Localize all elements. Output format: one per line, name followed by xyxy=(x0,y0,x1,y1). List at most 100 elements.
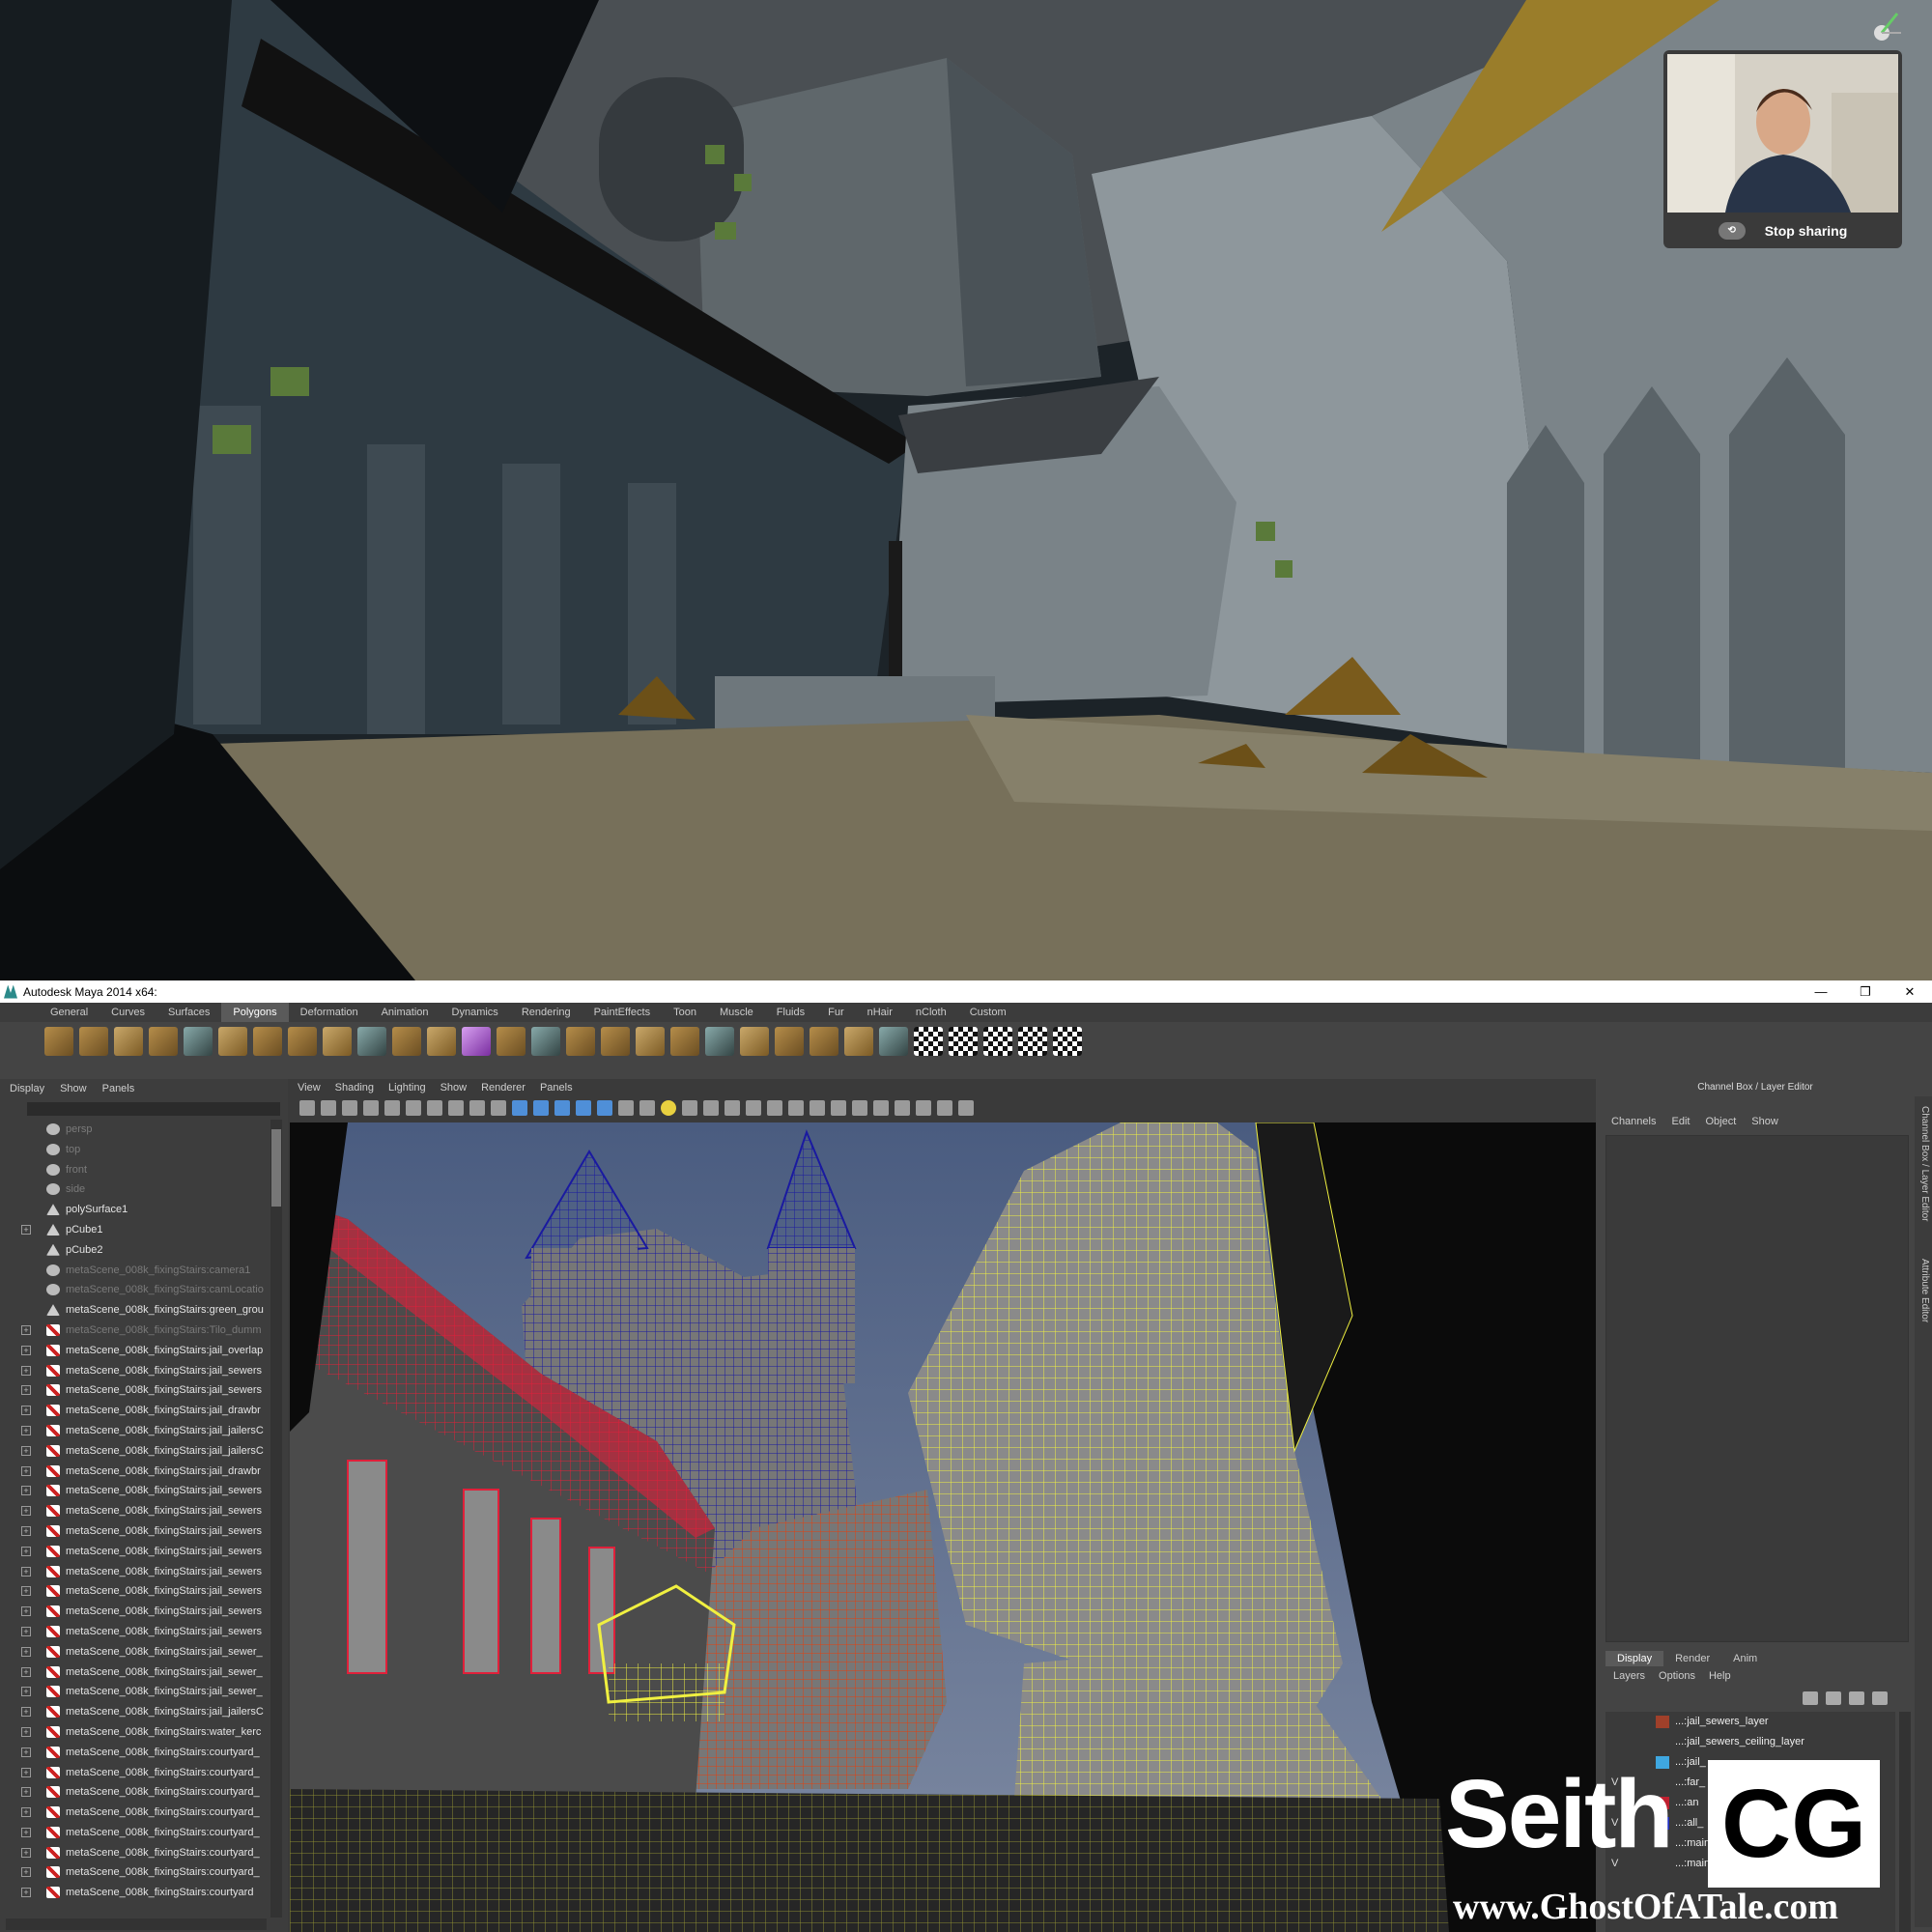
viewport-tool-icon[interactable] xyxy=(363,1100,379,1116)
outliner-filter-field[interactable] xyxy=(27,1102,280,1116)
viewport-tool-icon[interactable] xyxy=(895,1100,910,1116)
viewport-tool-icon[interactable] xyxy=(703,1100,719,1116)
viewport-tool-icon[interactable] xyxy=(533,1100,549,1116)
outliner-item[interactable]: + metaScene_008k_fixingStairs:jail_sewers xyxy=(0,1361,269,1381)
shelf-tab-animation[interactable]: Animation xyxy=(370,1003,440,1022)
outliner-item[interactable]: front xyxy=(0,1160,269,1180)
expand-icon[interactable]: + xyxy=(21,1847,31,1858)
layer-menu-help[interactable]: Help xyxy=(1709,1670,1731,1682)
outliner-item[interactable]: metaScene_008k_fixingStairs:camera1 xyxy=(0,1261,269,1281)
wireframe-viewport[interactable] xyxy=(290,1122,1596,1932)
expand-icon[interactable]: + xyxy=(21,1525,31,1536)
layer-add-icon[interactable] xyxy=(1872,1691,1888,1705)
shelf-tab-dynamics[interactable]: Dynamics xyxy=(440,1003,510,1022)
shelf-tool-icon[interactable] xyxy=(983,1027,1012,1056)
expand-icon[interactable]: + xyxy=(21,1666,31,1677)
viewport-menu-panels[interactable]: Panels xyxy=(540,1082,573,1094)
outliner-item[interactable]: top xyxy=(0,1140,269,1160)
outliner-item[interactable]: + metaScene_008k_fixingStairs:jail_drawbr xyxy=(0,1462,269,1482)
shelf-tool-icon[interactable] xyxy=(531,1027,560,1056)
shelf-tool-icon[interactable] xyxy=(149,1027,178,1056)
outliner-item[interactable]: + metaScene_008k_fixingStairs:jail_sewers xyxy=(0,1542,269,1562)
shelf-tool-icon[interactable] xyxy=(844,1027,873,1056)
expand-icon[interactable]: + xyxy=(21,1566,31,1577)
expand-icon[interactable]: + xyxy=(21,1365,31,1376)
expand-icon[interactable]: + xyxy=(21,1888,31,1898)
channel-box-menu-edit[interactable]: Edit xyxy=(1671,1116,1690,1127)
shelf-tab-fur[interactable]: Fur xyxy=(816,1003,856,1022)
viewport-tool-icon[interactable] xyxy=(469,1100,485,1116)
outliner-item[interactable]: + metaScene_008k_fixingStairs:jail_sewers xyxy=(0,1602,269,1622)
shelf-tool-icon[interactable] xyxy=(288,1027,317,1056)
expand-icon[interactable]: + xyxy=(21,1626,31,1636)
outliner-item[interactable]: + metaScene_008k_fixingStairs:courtyard_ xyxy=(0,1823,269,1843)
outliner-item[interactable]: + metaScene_008k_fixingStairs:courtyard_ xyxy=(0,1782,269,1803)
outliner-item[interactable]: + metaScene_008k_fixingStairs:jail_sewers xyxy=(0,1380,269,1401)
viewport-tool-icon[interactable] xyxy=(491,1100,506,1116)
viewport-menu-shading[interactable]: Shading xyxy=(335,1082,374,1094)
shelf-tab-surfaces[interactable]: Surfaces xyxy=(156,1003,221,1022)
view-cube-icon[interactable] xyxy=(1862,8,1907,52)
viewport-tool-icon[interactable] xyxy=(384,1100,400,1116)
shelf-tool-icon[interactable] xyxy=(392,1027,421,1056)
shelf-tool-icon[interactable] xyxy=(497,1027,526,1056)
new-layer-selected-icon[interactable] xyxy=(1826,1691,1841,1705)
expand-icon[interactable]: + xyxy=(21,1747,31,1757)
shelf-tool-icon[interactable] xyxy=(705,1027,734,1056)
layer-row[interactable]: ...:jail_sewers_ceiling_layer xyxy=(1605,1732,1895,1752)
viewport-tool-icon[interactable] xyxy=(852,1100,867,1116)
shelf-tab-polygons[interactable]: Polygons xyxy=(221,1003,289,1022)
viewport-tool-icon[interactable] xyxy=(724,1100,740,1116)
outliner-horizontal-scrollbar[interactable] xyxy=(6,1918,267,1930)
outliner-item[interactable]: persp xyxy=(0,1120,269,1140)
viewport-tool-icon[interactable] xyxy=(767,1100,782,1116)
outliner-item[interactable]: side xyxy=(0,1179,269,1200)
tab-channel-box[interactable]: Channel Box / Layer Editor xyxy=(1917,1106,1930,1222)
viewport-tool-icon[interactable] xyxy=(810,1100,825,1116)
shelf-tool-icon[interactable] xyxy=(740,1027,769,1056)
shelf-tab-muscle[interactable]: Muscle xyxy=(708,1003,765,1022)
viewport-menu-show[interactable]: Show xyxy=(440,1082,468,1094)
viewport-tool-icon[interactable] xyxy=(788,1100,804,1116)
shelf-tool-icon[interactable] xyxy=(357,1027,386,1056)
outliner-item[interactable]: + metaScene_008k_fixingStairs:jail_sewers xyxy=(0,1581,269,1602)
shelf-tool-icon[interactable] xyxy=(810,1027,838,1056)
shelf-tool-icon[interactable] xyxy=(218,1027,247,1056)
outliner-menu-show[interactable]: Show xyxy=(60,1083,87,1094)
viewport-tool-icon[interactable] xyxy=(958,1100,974,1116)
outliner-menu-display[interactable]: Display xyxy=(10,1083,44,1094)
outliner-item[interactable]: + metaScene_008k_fixingStairs:jail_sewers xyxy=(0,1622,269,1642)
viewport-tool-icon[interactable] xyxy=(406,1100,421,1116)
viewport-menu-renderer[interactable]: Renderer xyxy=(481,1082,526,1094)
outliner-item[interactable]: + metaScene_008k_fixingStairs:jail_sewers xyxy=(0,1481,269,1501)
outliner-item[interactable]: + metaScene_008k_fixingStairs:jail_overla… xyxy=(0,1341,269,1361)
expand-icon[interactable]: + xyxy=(21,1546,31,1556)
viewport-tool-icon[interactable] xyxy=(448,1100,464,1116)
shelf-tool-icon[interactable] xyxy=(636,1027,665,1056)
shelf-tab-fluids[interactable]: Fluids xyxy=(765,1003,816,1022)
expand-icon[interactable]: + xyxy=(21,1646,31,1657)
expand-icon[interactable]: + xyxy=(21,1224,31,1235)
viewport-tool-icon[interactable] xyxy=(512,1100,527,1116)
shelf-tool-icon[interactable] xyxy=(879,1027,908,1056)
shelf-tool-icon[interactable] xyxy=(462,1027,491,1056)
layer-menu-layers[interactable]: Layers xyxy=(1613,1670,1645,1682)
outliner-item[interactable]: + metaScene_008k_fixingStairs:jail_sewer_ xyxy=(0,1642,269,1662)
outliner-item[interactable]: + metaScene_008k_fixingStairs:water_kerc xyxy=(0,1722,269,1743)
shelf-tab-toon[interactable]: Toon xyxy=(662,1003,708,1022)
layer-color-swatch[interactable] xyxy=(1656,1716,1669,1728)
viewport-tool-icon[interactable] xyxy=(554,1100,570,1116)
outliner-scrollbar[interactable] xyxy=(270,1120,282,1918)
outliner-item[interactable]: + pCube1 xyxy=(0,1220,269,1240)
shelf-tool-icon[interactable] xyxy=(44,1027,73,1056)
restore-button[interactable]: ❐ xyxy=(1843,980,1888,1003)
layer-menu-options[interactable]: Options xyxy=(1659,1670,1695,1682)
viewport-tool-icon[interactable] xyxy=(937,1100,952,1116)
expand-icon[interactable]: + xyxy=(21,1385,31,1396)
shelf-tab-ncloth[interactable]: nCloth xyxy=(904,1003,958,1022)
expand-icon[interactable]: + xyxy=(21,1767,31,1777)
expand-icon[interactable]: + xyxy=(21,1787,31,1798)
outliner-item[interactable]: metaScene_008k_fixingStairs:green_grou xyxy=(0,1300,269,1321)
expand-icon[interactable]: + xyxy=(21,1406,31,1416)
layer-options-icon[interactable] xyxy=(1849,1691,1864,1705)
